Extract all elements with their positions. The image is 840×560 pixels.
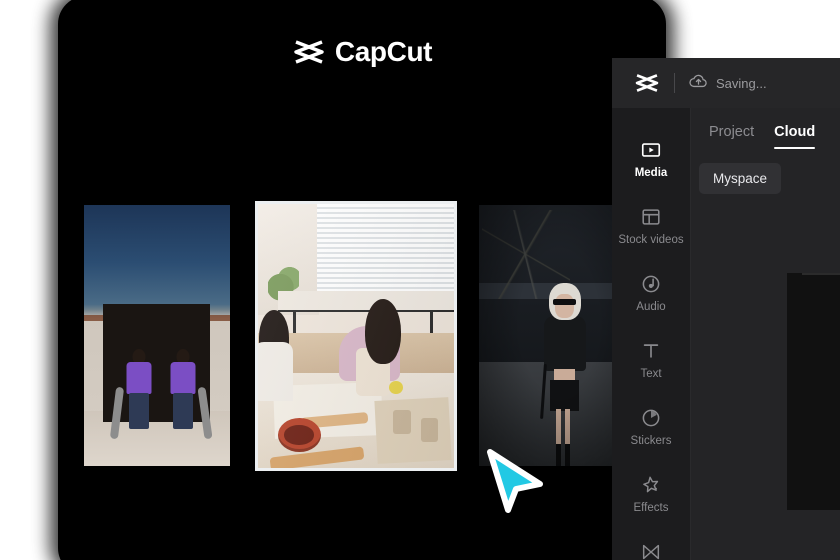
sidebar-label: Stickers: [630, 435, 672, 448]
editor-body: Media Stock videos Audio Text Stickers E…: [612, 108, 840, 560]
editor-titlebar: Saving...: [612, 58, 840, 108]
sidebar-item-stock-videos[interactable]: Stock videos: [612, 193, 690, 260]
cloud-media-thumbnail[interactable]: [787, 273, 840, 510]
tab-project[interactable]: Project: [709, 124, 754, 149]
thumbnail-strip: [58, 201, 666, 471]
media-play-icon: [640, 139, 662, 161]
capcut-logo-icon[interactable]: [634, 73, 660, 93]
sidebar-item-audio[interactable]: Audio: [612, 260, 690, 327]
capcut-logo-icon: [292, 39, 326, 65]
thumbnail-fashion[interactable]: [479, 205, 625, 466]
thumbnail-pottery-selected[interactable]: [255, 201, 457, 471]
sticker-circle-icon: [640, 407, 662, 429]
sidebar-item-stickers[interactable]: Stickers: [612, 394, 690, 461]
arrow-cursor-icon: [482, 446, 546, 516]
media-panel-tabs: Project Cloud: [691, 108, 840, 149]
myspace-button[interactable]: Myspace: [699, 163, 782, 194]
video-canvas-stage: CapCut: [58, 0, 666, 560]
capcut-brand-lockup: CapCut: [58, 36, 666, 68]
save-status: Saving...: [689, 73, 767, 94]
effects-star-icon: [640, 474, 662, 496]
media-panel: Project Cloud Myspace: [691, 108, 840, 560]
capcut-editor-panel: Saving... Media Stock videos Audio Text …: [612, 58, 840, 560]
sidebar-label: Text: [640, 368, 662, 381]
sidebar-label: Stock videos: [618, 234, 684, 247]
sidebar-label: Effects: [633, 502, 669, 515]
thumbnail-skaters[interactable]: [84, 205, 230, 466]
titlebar-divider: [674, 73, 675, 93]
sidebar-item-text[interactable]: Text: [612, 327, 690, 394]
cloud-upload-icon: [689, 73, 708, 94]
sidebar-label: Media: [634, 167, 668, 180]
capcut-wordmark: CapCut: [334, 36, 433, 67]
text-t-icon: [640, 340, 662, 362]
audio-note-icon: [640, 273, 662, 295]
layout-grid-icon: [640, 206, 662, 228]
tab-cloud[interactable]: Cloud: [774, 124, 816, 149]
sidebar-label: Audio: [636, 301, 666, 314]
sidebar-item-effects[interactable]: Effects: [612, 461, 690, 528]
sidebar-item-transitions[interactable]: Transitions: [612, 528, 690, 560]
editor-sidebar: Media Stock videos Audio Text Stickers E…: [612, 108, 691, 560]
sidebar-item-media[interactable]: Media: [612, 126, 690, 193]
transition-bowtie-icon: [640, 541, 662, 560]
screenshot-root: CapCut Saving... Media Stock videos Audi…: [0, 0, 840, 560]
save-status-label: Saving...: [716, 75, 767, 91]
